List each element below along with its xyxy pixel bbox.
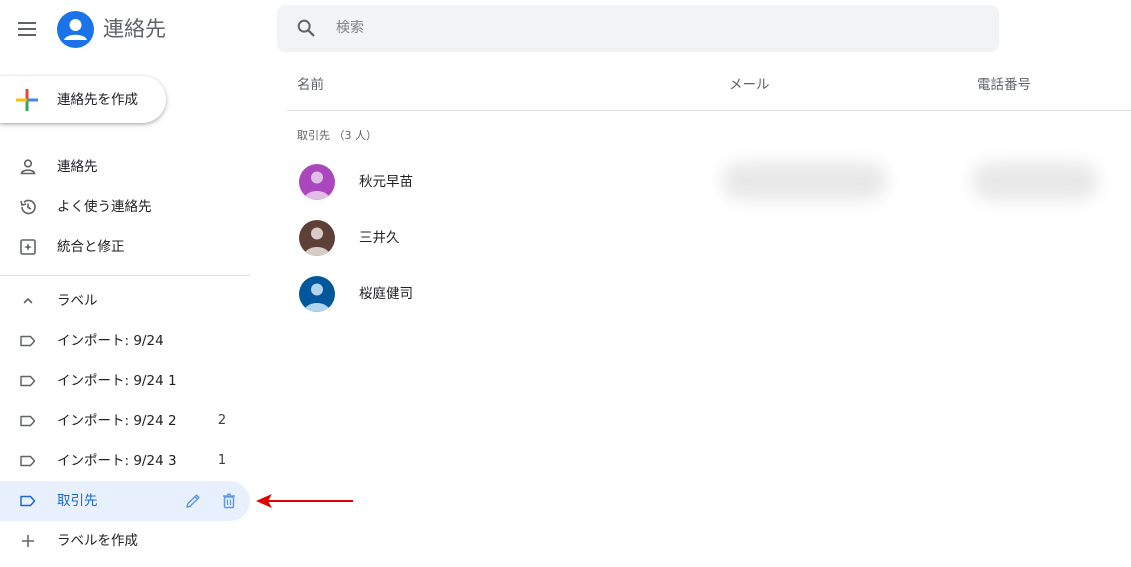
label-count: 1 (217, 453, 227, 468)
delete-label-trash-icon[interactable] (219, 491, 239, 511)
group-label: 取引先 （3 人） (297, 129, 377, 142)
header-divider (287, 110, 1131, 111)
edit-label-pencil-icon[interactable] (183, 491, 203, 511)
chevron-up-icon (18, 291, 38, 311)
table-row[interactable] (287, 266, 1131, 322)
avatar (299, 276, 335, 312)
hamburger-icon (18, 22, 36, 24)
annotation-arrow-icon (254, 491, 354, 511)
blurred-phone (972, 162, 1098, 200)
label-icon (18, 331, 38, 351)
sidebar-item-label: 統合と修正 (57, 239, 125, 255)
column-header-phone[interactable]: 電話番号 (977, 76, 1031, 94)
label-icon (18, 371, 38, 391)
sidebar-divider (0, 275, 250, 276)
create-contact-label: 連絡先を作成 (57, 92, 138, 108)
sidebar-label-text: インポート: 9/24 1 (57, 373, 177, 389)
plus-icon (15, 88, 39, 112)
person-icon (18, 157, 38, 177)
sidebar-label-text: インポート: 9/24 2 (57, 413, 177, 429)
label-count: 2 (217, 413, 227, 428)
label-icon (18, 491, 38, 511)
add-icon (18, 531, 38, 551)
sidebar-label-text: 取引先 (57, 493, 98, 509)
labels-header: ラベル (57, 293, 98, 309)
merge-icon (18, 237, 38, 257)
contact-name: 三井久 (359, 230, 400, 246)
sidebar-label-text: インポート: 9/24 3 (57, 453, 177, 469)
column-header-email[interactable]: メール (729, 76, 770, 94)
app-title: 連絡先 (103, 17, 166, 41)
main-menu-button[interactable] (15, 17, 39, 41)
history-icon (18, 197, 38, 217)
column-header-name[interactable]: 名前 (297, 76, 324, 94)
sidebar-item-label: 連絡先 (57, 159, 98, 175)
sidebar-item-label: よく使う連絡先 (57, 199, 152, 215)
search-icon[interactable] (295, 17, 317, 39)
contact-name: 秋元早苗 (359, 174, 413, 190)
search-input[interactable] (336, 12, 976, 44)
avatar (299, 220, 335, 256)
label-icon (18, 451, 38, 471)
blurred-email (722, 162, 887, 200)
table-row[interactable] (287, 210, 1131, 266)
sidebar-label-text: インポート: 9/24 (57, 333, 164, 349)
create-label-text: ラベルを作成 (57, 533, 138, 549)
avatar (299, 164, 335, 200)
contacts-logo-icon (57, 11, 94, 48)
contact-name: 桜庭健司 (359, 286, 413, 302)
label-icon (18, 411, 38, 431)
